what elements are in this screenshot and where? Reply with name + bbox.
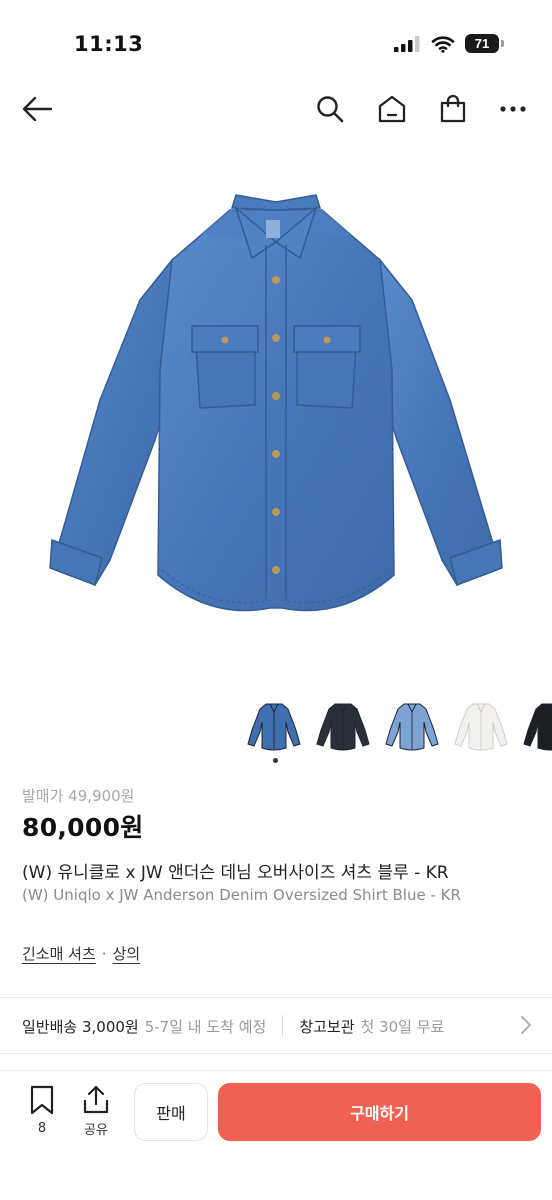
nav-bar [0, 84, 552, 132]
shirt-thumbnail-image [454, 703, 508, 751]
shopping-bag-button[interactable] [436, 92, 470, 126]
release-price: 발매가 49,900원 [22, 787, 135, 805]
category-separator: · [101, 944, 107, 963]
home-icon [378, 95, 406, 123]
shirt-thumbnail-image [316, 703, 370, 751]
product-image[interactable] [40, 190, 512, 630]
product-title-en: (W) Uniqlo x JW Anderson Denim Oversized… [22, 886, 461, 904]
share-button[interactable]: 공유 [76, 1085, 116, 1138]
status-indicators: 71 [393, 34, 504, 53]
color-thumbnail[interactable] [315, 700, 371, 752]
current-price: 80,000원 [22, 813, 144, 842]
shirt-thumbnail-image [523, 703, 552, 751]
shopping-bag-icon [440, 94, 466, 123]
bottom-action-bar: 8 공유 판매 구매하기 [0, 1070, 552, 1200]
color-thumbnail[interactable] [384, 700, 440, 752]
divider [0, 1053, 552, 1054]
storage-offer: 첫 30일 무료 [360, 1017, 445, 1036]
shirt-thumbnail-image [385, 703, 439, 751]
color-thumbnail[interactable] [246, 700, 302, 752]
battery-tip [501, 40, 504, 47]
back-button[interactable] [20, 92, 54, 126]
thumbnail-indicator-dot [273, 758, 278, 763]
more-button[interactable] [496, 92, 530, 126]
share-icon [83, 1085, 109, 1114]
shipping-standard-label: 일반배송 3,000원 [22, 1017, 139, 1036]
category-link-long-sleeve-shirt[interactable]: 긴소매 셔츠 [22, 943, 96, 964]
product-title-ko: (W) 유니클로 x JW 앤더슨 데님 오버사이즈 셔츠 블루 - KR [22, 863, 449, 883]
arrow-left-icon [22, 96, 53, 122]
search-icon [317, 96, 344, 123]
category-link-tops[interactable]: 상의 [113, 943, 141, 964]
signal-icon [394, 35, 420, 52]
shirt-thumbnail-image [247, 703, 301, 751]
storage-label: 창고보관 [299, 1017, 355, 1036]
wifi-icon [431, 35, 455, 53]
home-button[interactable] [375, 92, 409, 126]
buy-button[interactable]: 구매하기 [218, 1083, 541, 1141]
color-thumbnails [246, 700, 552, 752]
shipping-eta: 5-7일 내 도착 예정 [144, 1017, 267, 1036]
shipping-separator [282, 1015, 284, 1037]
search-button[interactable] [313, 92, 347, 126]
shipping-info-row[interactable]: 일반배송 3,000원 5-7일 내 도착 예정 창고보관 첫 30일 무료 [0, 998, 552, 1054]
category-breadcrumb: 긴소매 셔츠 · 상의 [22, 943, 140, 964]
share-label: 공유 [84, 1123, 108, 1138]
denim-shirt-image [49, 194, 503, 612]
bookmark-button[interactable]: 8 [22, 1085, 62, 1136]
bookmark-icon [30, 1085, 54, 1115]
color-thumbnail[interactable] [522, 700, 552, 752]
chevron-right-icon [521, 1016, 531, 1034]
sell-button[interactable]: 판매 [134, 1083, 208, 1141]
battery-level: 71 [465, 34, 499, 53]
more-icon [500, 106, 526, 112]
status-bar: 11:13 71 [0, 0, 552, 84]
color-thumbnail[interactable] [453, 700, 509, 752]
status-time: 11:13 [74, 32, 144, 56]
battery-indicator: 71 [465, 34, 504, 53]
bookmark-count: 8 [37, 1121, 47, 1136]
